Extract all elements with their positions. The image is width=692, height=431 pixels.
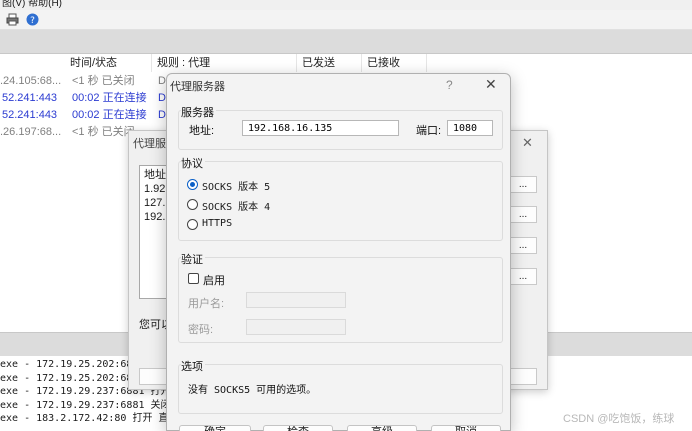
row-rule: D: [158, 109, 166, 121]
help-icon[interactable]: ?: [446, 78, 453, 92]
options-group-label: 选项: [181, 358, 205, 374]
left-button[interactable]: [139, 368, 169, 385]
row-host: .26.197:68...: [0, 126, 62, 138]
header-band: [0, 30, 692, 54]
help-icon[interactable]: ?: [26, 13, 39, 26]
options-text: 没有 SOCKS5 可用的选项。: [188, 385, 317, 396]
row-host: 52.241:443: [2, 109, 58, 121]
row-status: 00:02 正在连接: [72, 92, 147, 104]
ok-button[interactable]: 确定: [179, 425, 251, 431]
password-label: 密码:: [188, 324, 214, 336]
column-header-rule[interactable]: 规则 : 代理: [153, 54, 297, 72]
password-input[interactable]: [246, 319, 346, 335]
check-button[interactable]: 检查: [263, 425, 333, 431]
row-status: <1 秒 已关闭: [72, 126, 135, 138]
username-label: 用户名:: [188, 298, 225, 310]
enable-auth-checkbox[interactable]: [188, 273, 199, 284]
row-rule: D: [158, 92, 166, 104]
close-icon[interactable]: ✕: [485, 76, 497, 93]
server-group-label: 服务器: [181, 104, 216, 120]
menu-bar: 图(V) 帮助(H): [0, 0, 692, 10]
edit-button[interactable]: ...: [509, 206, 537, 223]
row-status: 00:02 正在连接: [72, 109, 147, 121]
socks5-label[interactable]: SOCKS 版本 5: [202, 178, 270, 193]
remove-button[interactable]: ...: [509, 237, 537, 254]
port-input[interactable]: [447, 120, 493, 136]
printer-icon[interactable]: [6, 13, 19, 26]
menu-bar-text[interactable]: 图(V) 帮助(H): [2, 0, 62, 9]
column-header-sent[interactable]: 已发送: [298, 54, 362, 72]
toolbar: ?: [0, 10, 692, 30]
proxy-server-dialog: 代理服务器 ? ✕ 服务器 地址: 端口: 协议 SOCKS 版本 5 SOCK…: [166, 73, 511, 431]
enable-auth-label[interactable]: 启用: [203, 272, 225, 288]
close-icon[interactable]: ✕: [522, 135, 533, 151]
https-radio[interactable]: [187, 219, 198, 230]
dialog-title: 代理服务器: [170, 81, 225, 93]
row-rule: D: [158, 75, 166, 87]
port-label: 端口:: [416, 125, 442, 137]
row-host: 52.241:443: [2, 92, 58, 104]
advanced-button[interactable]: 高级: [347, 425, 417, 431]
column-header-time[interactable]: 时间/状态: [66, 54, 152, 72]
address-label: 地址:: [189, 125, 215, 137]
auth-group-label: 验证: [181, 251, 205, 267]
watermark: CSDN @吃饱饭，练球: [563, 413, 675, 425]
https-label[interactable]: HTTPS: [202, 218, 232, 229]
row-host: .24.105:68...: [0, 75, 62, 87]
username-input[interactable]: [246, 292, 346, 308]
row-status: <1 秒 已关闭: [72, 75, 135, 87]
socks5-radio[interactable]: [187, 179, 198, 190]
ok-button[interactable]: [509, 368, 537, 385]
socks4-label[interactable]: SOCKS 版本 4: [202, 198, 270, 213]
check-button[interactable]: ...: [509, 268, 537, 285]
socks4-radio[interactable]: [187, 199, 198, 210]
svg-text:?: ?: [30, 16, 35, 26]
cancel-button[interactable]: 取消: [431, 425, 501, 431]
column-header-received[interactable]: 已接收: [363, 54, 427, 72]
add-button[interactable]: ...: [509, 176, 537, 193]
protocol-group-label: 协议: [181, 155, 205, 171]
address-input[interactable]: [242, 120, 399, 136]
